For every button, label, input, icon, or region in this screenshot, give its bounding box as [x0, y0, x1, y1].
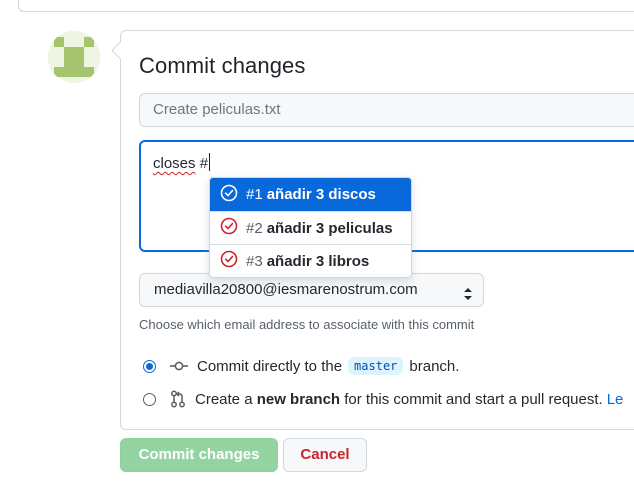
commit-direct-option[interactable]: Commit directly to the master branch.: [143, 357, 459, 375]
commit-email-select[interactable]: mediavilla20800@iesmarenostrum.com: [139, 273, 484, 307]
suggestion-title: añadir 3 discos: [266, 186, 376, 203]
cancel-button[interactable]: Cancel: [283, 438, 367, 472]
suggestion-number: #1: [246, 186, 263, 203]
description-word: closes: [153, 155, 196, 172]
git-commit-icon: [170, 359, 188, 373]
commit-direct-suffix: branch.: [409, 357, 460, 375]
commit-direct-radio[interactable]: [143, 359, 156, 373]
suggestion-item-3[interactable]: #3 añadir 3 libros: [210, 244, 411, 277]
git-pull-request-icon: [170, 390, 186, 408]
new-branch-radio[interactable]: [143, 392, 156, 406]
issue-opened-icon: [220, 217, 238, 239]
select-arrows-icon: [463, 282, 473, 300]
new-branch-prefix: Create a: [195, 390, 253, 408]
description-text: #: [195, 155, 209, 172]
commit-summary-input[interactable]: Create peliculas.txt: [139, 93, 634, 127]
page-title: Commit changes: [139, 53, 306, 78]
avatar[interactable]: [48, 31, 100, 83]
suggestion-item-2[interactable]: #2 añadir 3 peliculas: [210, 211, 411, 244]
issue-opened-icon: [220, 250, 238, 272]
commit-direct-text: Commit directly to the: [197, 357, 343, 375]
new-branch-bold: new branch: [256, 390, 341, 408]
identicon-avatar-icon: [48, 31, 100, 83]
branch-name: master: [348, 357, 404, 375]
suggestion-title: añadir 3 peliculas: [266, 219, 393, 237]
email-help-text: Choose which email address to associate …: [139, 317, 475, 332]
selected-email: mediavilla20800@iesmarenostrum.com: [154, 281, 418, 298]
issue-opened-icon: [220, 184, 238, 206]
suggestion-number: #2: [246, 219, 263, 237]
suggestion-title: añadir 3 libros: [266, 252, 370, 270]
new-branch-option[interactable]: Create a new branch for this commit and …: [143, 390, 623, 408]
text-caret: [209, 153, 211, 171]
issue-suggestions-dropdown: #1 añadir 3 discos #2 añadir 3 peliculas…: [209, 177, 412, 278]
new-branch-suffix: for this commit and start a pull request…: [344, 390, 603, 408]
previous-content-box: [18, 0, 634, 12]
suggestion-number: #3: [246, 252, 263, 270]
suggestion-item-1[interactable]: #1 añadir 3 discos: [210, 178, 411, 211]
learn-more-link[interactable]: Le: [607, 391, 624, 408]
commit-changes-button[interactable]: Commit changes: [120, 438, 278, 472]
